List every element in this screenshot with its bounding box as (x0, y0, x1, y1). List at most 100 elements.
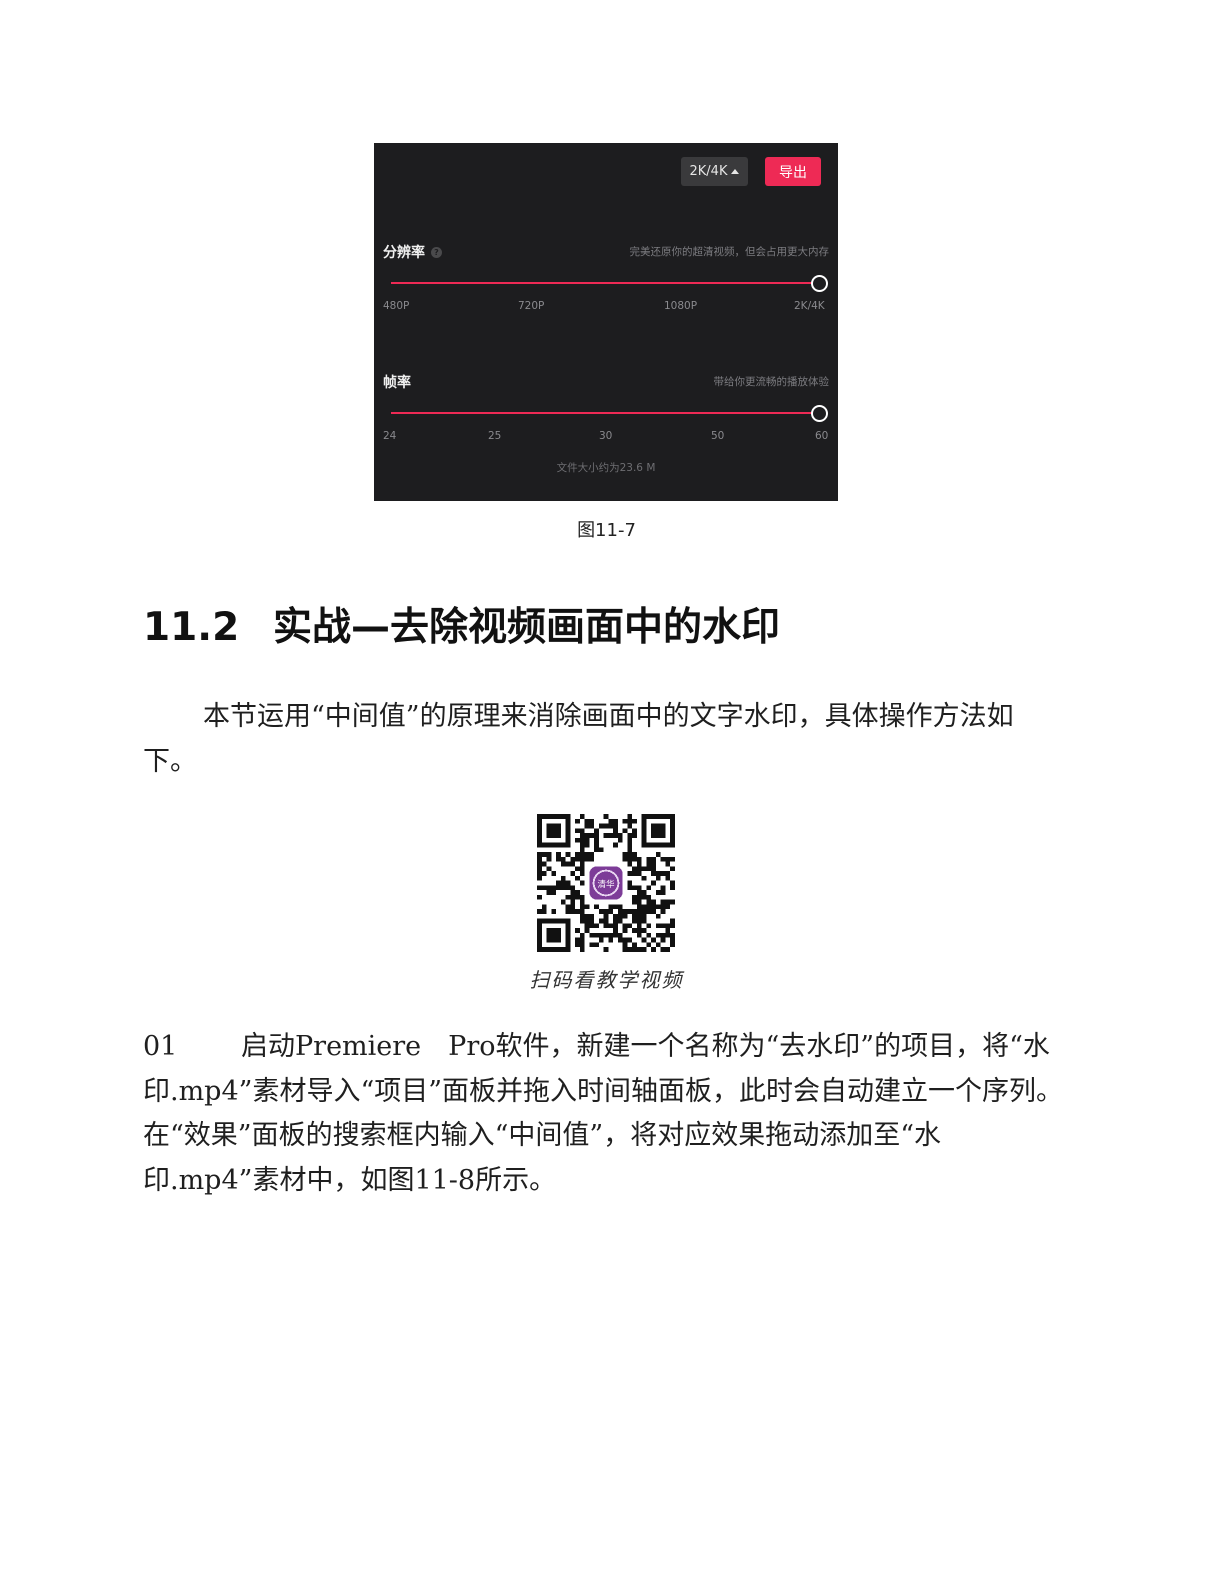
qr-module (579, 913, 585, 919)
qr-module (660, 899, 666, 905)
qr-module (556, 852, 561, 857)
framerate-tick: 25 (488, 430, 502, 442)
qr-module (560, 899, 566, 905)
qr-module (584, 923, 590, 929)
qr-module (660, 856, 666, 862)
resolution-slider-track[interactable] (391, 282, 820, 284)
qr-module (613, 828, 618, 834)
qr-module (660, 904, 666, 910)
qr-module (636, 932, 642, 938)
qr-module (641, 947, 647, 952)
qr-module (665, 947, 671, 952)
qr-module (584, 904, 590, 910)
qr-module (660, 937, 666, 943)
qr-module (579, 947, 585, 952)
qr-module (665, 928, 671, 933)
qr-module (594, 904, 599, 910)
qr-module (636, 861, 642, 867)
qr-code[interactable]: 清华 (537, 814, 675, 952)
qr-module (537, 894, 542, 900)
qr-module (627, 861, 633, 867)
export-button[interactable]: 导出 (765, 157, 821, 186)
qr-module (608, 909, 614, 914)
qr-module (641, 918, 647, 924)
qr-module (565, 852, 571, 857)
framerate-slider-thumb[interactable] (811, 405, 828, 422)
qr-module (575, 866, 580, 872)
qr-module (565, 894, 571, 900)
resolution-dropdown[interactable]: 2K/4K (681, 157, 748, 186)
qr-module (636, 904, 642, 910)
section-heading: 11.2 实战—去除视频画面中的水印 (143, 596, 780, 652)
resolution-slider-thumb[interactable] (811, 275, 828, 292)
qr-module (622, 856, 628, 862)
qr-module (579, 828, 585, 834)
qr-module (579, 937, 585, 943)
qr-caption: 扫码看教学视频 (529, 968, 684, 992)
resolution-tick: 480P (383, 300, 410, 312)
qr-module (670, 932, 675, 938)
qr-module (622, 828, 628, 834)
qr-module (646, 885, 652, 891)
caret-up-icon (731, 169, 740, 174)
qr-module (537, 866, 542, 872)
framerate-title: 帧率 (383, 372, 411, 392)
qr-module (670, 856, 675, 862)
qr-module (641, 909, 647, 914)
qr-module (655, 913, 661, 919)
intro-paragraph: 本节运用“中间值”的原理来消除画面中的文字水印，具体操作方法如下。 (143, 701, 1014, 777)
qr-module (660, 923, 666, 929)
qr-module (646, 899, 652, 905)
qr-module (594, 833, 599, 838)
qr-module (613, 833, 618, 838)
qr-module (627, 852, 633, 857)
qr-module (603, 913, 609, 919)
qr-module (603, 814, 609, 819)
framerate-slider-track[interactable] (391, 412, 820, 414)
qr-module (589, 923, 595, 929)
qr-module (613, 818, 618, 824)
qr-module (575, 852, 580, 857)
qr-module (627, 818, 633, 824)
qr-module (594, 837, 599, 843)
qr-module (670, 923, 675, 929)
qr-module (541, 904, 547, 910)
qr-module (627, 837, 633, 843)
help-icon[interactable]: ? (431, 246, 442, 258)
qr-module (636, 899, 642, 905)
qr-module (632, 899, 637, 905)
qr-module (594, 923, 599, 929)
qr-module (622, 913, 628, 919)
qr-module (651, 861, 656, 867)
qr-module (636, 890, 642, 895)
qr-module (613, 823, 618, 829)
qr-module (622, 818, 628, 824)
qr-module (651, 871, 656, 876)
qr-module (636, 894, 642, 900)
qr-module (651, 909, 656, 914)
resolution-tick: 2K/4K (794, 300, 825, 312)
qr-module (560, 875, 566, 881)
qr-module (646, 909, 652, 914)
qr-module (541, 852, 547, 857)
qr-module (655, 890, 661, 895)
qr-module (660, 885, 666, 891)
qr-module (589, 833, 595, 838)
qr-module (665, 923, 671, 929)
qr-module (651, 947, 656, 952)
qr-module (575, 928, 580, 933)
qr-module (627, 814, 633, 819)
qr-module (560, 885, 566, 891)
qr-module (608, 833, 614, 838)
qr-module (579, 852, 585, 857)
qr-module (579, 871, 585, 876)
qr-module (670, 937, 675, 943)
qr-module (537, 885, 542, 891)
qr-module (579, 847, 585, 853)
qr-module (632, 947, 637, 952)
qr-module (608, 923, 614, 929)
qr-module (541, 885, 547, 891)
qr-module (603, 833, 609, 838)
qr-module (632, 885, 637, 891)
qr-module (665, 861, 671, 867)
